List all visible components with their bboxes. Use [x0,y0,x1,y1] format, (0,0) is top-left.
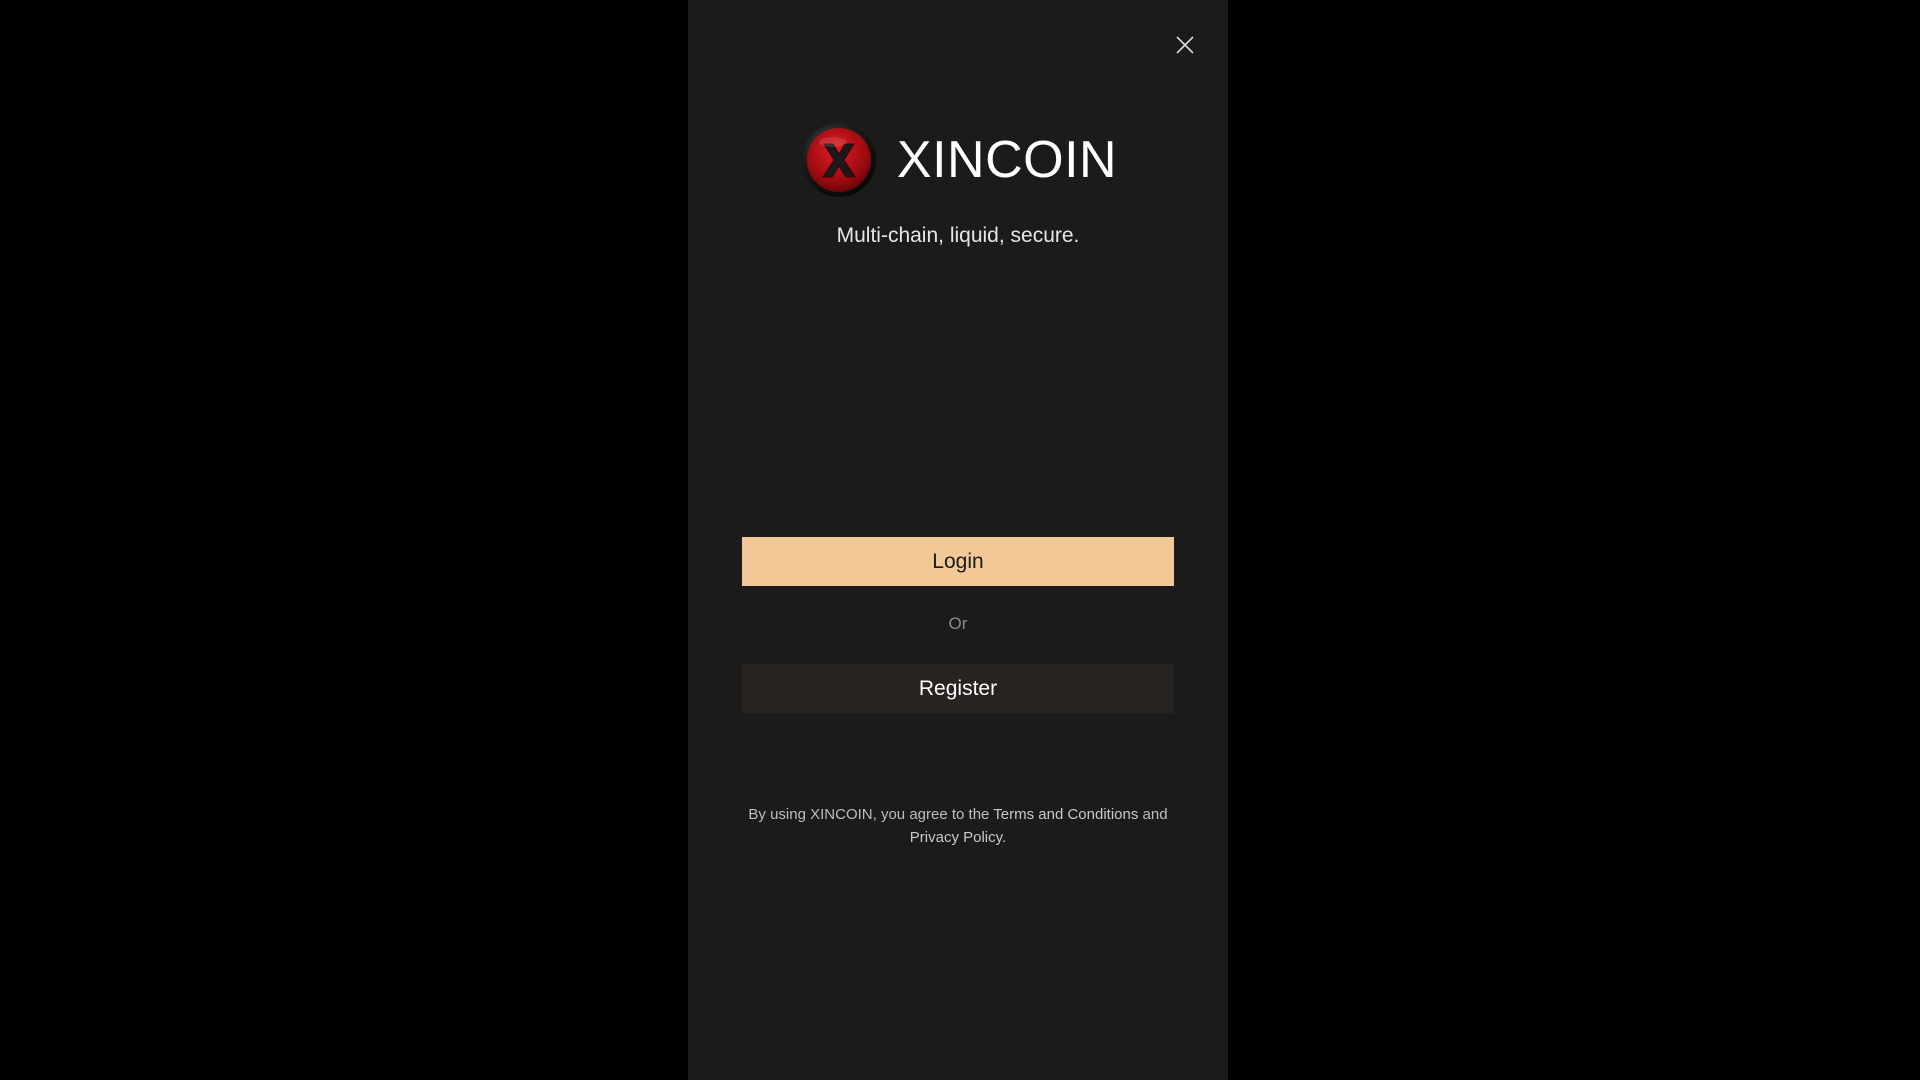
brand-header: XINCOIN [688,120,1228,200]
legal-suffix: . [1002,829,1007,846]
brand-name: XINCOIN [896,131,1118,189]
legal-prefix: By using XINCOIN, you agree to the [748,806,990,823]
terms-link[interactable]: Terms and Conditions [993,806,1138,823]
close-icon [1176,36,1194,54]
register-button-label: Register [918,676,998,700]
close-button[interactable] [1173,33,1197,57]
auth-panel: XINCOIN Multi-chain, liquid, secure. Log… [688,0,1228,1080]
tagline: Multi-chain, liquid, secure. [836,224,1080,247]
or-divider: Or [948,614,968,633]
xincoin-logo-icon [799,120,879,200]
privacy-link[interactable]: Privacy Policy [910,829,1002,846]
legal-and: and [1142,806,1168,823]
login-button[interactable]: Login [742,537,1174,586]
legal-notice: By using XINCOIN, you agree to the Terms… [748,803,1168,849]
login-button-label: Login [932,549,984,573]
register-button[interactable]: Register [742,664,1174,713]
